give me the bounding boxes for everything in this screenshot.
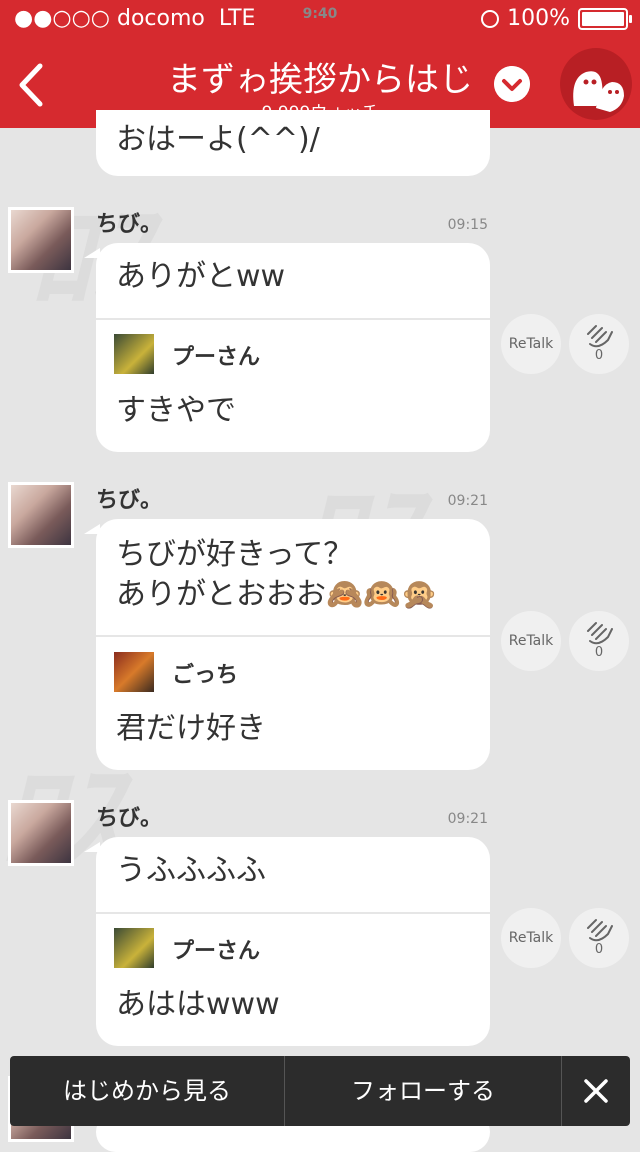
avatar[interactable] xyxy=(8,800,74,866)
from-start-button[interactable]: はじめから見る xyxy=(10,1056,284,1126)
battery-icon xyxy=(578,7,632,30)
clap-button[interactable]: 0 xyxy=(569,611,629,671)
ghost-logo-button[interactable] xyxy=(560,48,632,120)
avatar[interactable] xyxy=(8,207,74,273)
reply-text: あははwww xyxy=(116,987,280,1022)
clap-icon xyxy=(587,325,613,348)
clap-count: 0 xyxy=(594,348,604,363)
message-time: 09:15 xyxy=(447,217,488,233)
reply-sender-name: プーさん xyxy=(172,345,261,370)
message-text: ありがとww xyxy=(116,259,286,294)
bottom-action-bar: はじめから見る フォローする xyxy=(10,1056,630,1126)
clap-button[interactable]: 0 xyxy=(569,908,629,968)
message-text: おはーよ(^^)/ xyxy=(116,122,320,157)
message-text: うふふふふ xyxy=(116,853,266,888)
clap-icon xyxy=(587,622,613,645)
retalk-button[interactable]: ReTalk xyxy=(501,314,561,374)
reply-text: 君だけ好き xyxy=(116,711,266,746)
message-time: 09:21 xyxy=(447,493,488,509)
message-bubble-partial: おはーよ(^^)/ xyxy=(96,110,490,176)
alarm-icon xyxy=(481,9,500,28)
battery-percent: 100% xyxy=(507,6,570,31)
clap-count: 0 xyxy=(594,942,604,957)
reply-sender-name: プーさん xyxy=(172,939,261,964)
avatar[interactable] xyxy=(8,482,74,548)
sender-name: ちび。 xyxy=(96,488,163,513)
chevron-down-icon[interactable] xyxy=(494,66,530,102)
clap-count: 0 xyxy=(594,645,604,660)
reply-avatar xyxy=(114,334,154,374)
reply-sender-name: ごっち xyxy=(172,663,239,688)
close-icon[interactable] xyxy=(562,1056,630,1126)
back-arrow-icon[interactable] xyxy=(14,62,54,108)
reply-avatar xyxy=(114,928,154,968)
reply-text: すきやで xyxy=(116,393,236,428)
message-text: ちびが好きって？ ありがとおおお🙈🙉🙊 xyxy=(116,537,439,612)
sender-name: ちび。 xyxy=(96,806,163,831)
divider xyxy=(96,318,490,320)
app-header: ●●○○○ docomo LTE 9:40 100% まずゎ挨拶からはじ 9,9… xyxy=(0,0,640,128)
divider xyxy=(96,912,490,914)
retalk-button[interactable]: ReTalk xyxy=(501,611,561,671)
follow-button[interactable]: フォローする xyxy=(285,1056,561,1126)
retalk-button[interactable]: ReTalk xyxy=(501,908,561,968)
message-bubble: ちびが好きって？ ありがとおおお🙈🙉🙊 ごっち 君だけ好き xyxy=(96,519,490,770)
message-bubble: うふふふふ プーさん あははwww xyxy=(96,837,490,1046)
clap-button[interactable]: 0 xyxy=(569,314,629,374)
page-title: まずゎ挨拶からはじ xyxy=(167,60,473,100)
clap-icon xyxy=(587,919,613,942)
reply-avatar xyxy=(114,652,154,692)
sender-name: ちび。 xyxy=(96,212,163,237)
message-time: 09:21 xyxy=(447,811,488,827)
message-bubble: ありがとww プーさん すきやで xyxy=(96,243,490,452)
divider xyxy=(96,635,490,637)
status-bar: ●●○○○ docomo LTE 9:40 100% xyxy=(0,0,640,40)
